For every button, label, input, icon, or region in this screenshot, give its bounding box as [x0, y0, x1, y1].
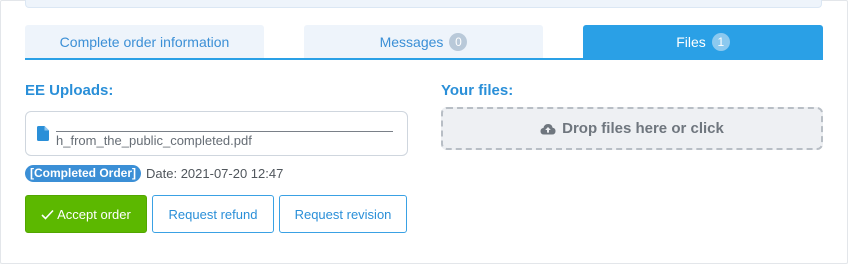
accept-order-button[interactable]: Accept order	[25, 195, 147, 233]
file-name-link[interactable]: h_from_the_public_completed.pdf	[56, 133, 252, 148]
tab-underline	[25, 58, 823, 60]
request-revision-button[interactable]: Request revision	[279, 195, 407, 233]
order-status-row: [Completed Order] Date: 2021-07-20 12:47	[25, 164, 283, 182]
files-count-badge: 1	[711, 33, 730, 51]
request-revision-label: Request revision	[294, 206, 392, 222]
tab-label: Messages	[379, 34, 444, 50]
request-refund-label: Request refund	[168, 206, 258, 222]
tab-messages[interactable]: Messages 0	[304, 25, 543, 59]
request-refund-button[interactable]: Request refund	[152, 195, 274, 233]
tab-files[interactable]: Files 1	[583, 25, 823, 59]
tab-label: Complete order information	[59, 34, 230, 50]
accept-order-label: Accept order	[57, 206, 131, 222]
uploaded-file-item[interactable]: h_from_the_public_completed.pdf	[25, 111, 408, 156]
tab-bar: Complete order information Messages 0 Fi…	[25, 25, 823, 60]
your-files-title: Your files:	[441, 82, 514, 99]
check-icon	[41, 209, 54, 220]
tab-label: Files	[676, 34, 706, 50]
file-dropzone[interactable]: Drop files here or click	[441, 107, 823, 150]
upload-date: Date: 2021-07-20 12:47	[146, 165, 284, 181]
messages-count-badge: 0	[449, 33, 468, 51]
dropzone-label: Drop files here or click	[562, 120, 724, 137]
cloud-upload-icon	[540, 123, 556, 134]
file-icon	[37, 126, 49, 141]
ee-uploads-title: EE Uploads:	[25, 82, 114, 99]
top-info-bar	[25, 0, 822, 8]
completed-order-badge: [Completed Order]	[25, 164, 142, 182]
file-progress-line	[56, 131, 393, 132]
tab-complete-order-information[interactable]: Complete order information	[25, 25, 264, 59]
